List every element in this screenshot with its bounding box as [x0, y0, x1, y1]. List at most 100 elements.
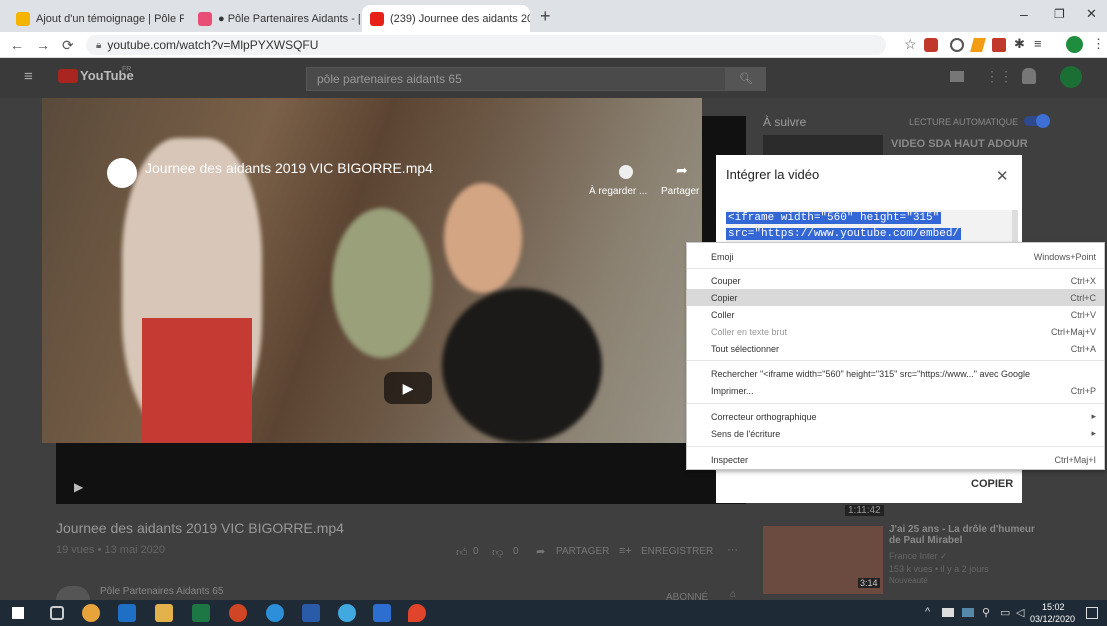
player-video-title[interactable]: Journee des aidants 2019 VIC BIGORRE.mp4 [145, 160, 433, 176]
hamburger-menu-icon[interactable]: ≡ [24, 68, 33, 85]
tray-chevron-icon[interactable]: ^ [925, 606, 930, 618]
close-window-icon[interactable]: ✕ [1086, 6, 1097, 22]
dislike-icon[interactable]: 👎︎ [492, 546, 503, 559]
close-dialog-icon[interactable]: ✕ [996, 167, 1009, 185]
create-video-icon[interactable] [950, 71, 964, 82]
extension-icon[interactable] [950, 38, 964, 52]
outlook-taskbar-icon[interactable] [118, 604, 136, 622]
share-button[interactable]: PARTAGER [556, 546, 609, 557]
powerpoint-taskbar-icon[interactable] [229, 604, 247, 622]
red-dress [142, 318, 252, 443]
menu-item-writing-direction[interactable]: Sens de l'écriture ▸ [687, 425, 1104, 442]
forward-icon[interactable]: → [36, 37, 50, 53]
menu-item-inspect[interactable]: Inspecter Ctrl+Maj+I [687, 451, 1104, 468]
account-avatar[interactable] [1060, 66, 1082, 88]
embed-dialog-title: Intégrer la vidéo [726, 167, 820, 182]
clock-time[interactable]: 15:02 [1042, 602, 1065, 612]
menu-item-cut[interactable]: Couper Ctrl+X [687, 272, 1104, 289]
app-taskbar-icon[interactable] [373, 604, 391, 622]
bell-icon[interactable]: ⌂ [730, 589, 736, 600]
menu-label: Tout sélectionner [711, 343, 780, 354]
more-actions-icon[interactable]: ··· [727, 544, 738, 556]
tab-partenaires[interactable]: ● Pôle Partenaires Aidants - [Fait ✕ [190, 5, 360, 32]
menu-item-spellcheck[interactable]: Correcteur orthographique ▸ [687, 408, 1104, 425]
url-text: youtube.com/watch?v=MlpPYXWSQFU [107, 38, 319, 52]
youtube-logo-icon[interactable] [58, 69, 78, 83]
search-button[interactable]: 🔍︎ [726, 67, 766, 91]
share-label[interactable]: Partager [661, 186, 699, 197]
channel-logo[interactable] [107, 158, 137, 188]
menu-item-print[interactable]: Imprimer... Ctrl+P [687, 382, 1104, 399]
play-button[interactable]: ▶ [384, 372, 432, 404]
like-icon[interactable]: 👍︎ [456, 546, 468, 559]
extension-icon[interactable] [970, 38, 986, 52]
menu-divider [687, 360, 1104, 361]
watch-later-label[interactable]: À regarder ... [589, 186, 647, 197]
tab-temoignage[interactable]: Ajout d'un témoignage | Pôle Pa ✕ [8, 5, 184, 32]
channel-name[interactable]: Pôle Partenaires Aidants 65 [100, 586, 223, 597]
profile-avatar[interactable] [1066, 36, 1083, 53]
task-view-icon[interactable] [50, 606, 64, 620]
menu-item-select-all[interactable]: Tout sélectionner Ctrl+A [687, 340, 1104, 357]
menu-divider [687, 268, 1104, 269]
menu-item-paste[interactable]: Coller Ctrl+V [687, 306, 1104, 323]
video-duration: 1:11:42 [845, 505, 884, 516]
display-icon[interactable]: ▭ [1000, 606, 1010, 619]
url-field[interactable]: 🔒︎ youtube.com/watch?v=MlpPYXWSQFU [86, 35, 886, 55]
menu-item-emoji[interactable]: Emoji Windows+Point [687, 248, 1104, 265]
new-tab-icon[interactable]: + [540, 6, 551, 27]
windows-start-icon[interactable] [12, 607, 24, 619]
share-arrow-icon[interactable]: ➦ [676, 162, 688, 179]
recommended-meta: 153 k vues • il y a 2 jours [889, 564, 989, 574]
garland [332, 208, 432, 358]
site-favicon-icon [16, 11, 30, 26]
menu-label: Copier [711, 292, 738, 303]
word-taskbar-icon[interactable] [302, 604, 320, 622]
channel-avatar[interactable] [56, 586, 90, 600]
share-icon[interactable]: ➦ [536, 545, 545, 558]
menu-label: Inspecter [711, 454, 749, 465]
edge-taskbar-icon[interactable] [266, 604, 284, 622]
tab-youtube[interactable]: (239) Journee des aidants 2019 V ✕ [362, 5, 530, 32]
save-button[interactable]: ENREGISTRER [641, 546, 713, 557]
maximize-icon[interactable]: ❐ [1054, 7, 1065, 21]
battery-icon[interactable] [942, 608, 954, 617]
copy-button[interactable]: COPIER [971, 478, 1013, 490]
app-taskbar-icon[interactable] [408, 604, 426, 622]
recommended-thumbnail[interactable] [763, 135, 883, 155]
app-taskbar-icon[interactable] [338, 604, 356, 622]
recommended-title[interactable]: J'ai 25 ans - La drôle d'humeur de Paul … [889, 524, 1049, 546]
reload-icon[interactable]: ⟳ [62, 37, 74, 54]
file-explorer-icon[interactable] [155, 604, 173, 622]
menu-label: Emoji [711, 251, 734, 262]
clock-icon[interactable] [619, 165, 633, 179]
extension-icon[interactable] [924, 38, 938, 52]
volume-icon[interactable]: ◁ [1016, 606, 1024, 619]
tray-app-icon[interactable] [962, 608, 974, 617]
minimize-icon[interactable]: – [1020, 6, 1028, 22]
recommended-channel[interactable]: France Inter ✓ [889, 551, 948, 562]
video-frame [42, 98, 702, 443]
back-icon[interactable]: ← [10, 37, 24, 53]
pdf-extension-icon[interactable] [992, 38, 1006, 52]
notification-center-icon[interactable] [1086, 607, 1098, 619]
clock-date[interactable]: 03/12/2020 [1030, 614, 1075, 624]
save-icon[interactable]: ≡+ [619, 545, 632, 557]
windows-taskbar: ^ ⚲ ▭ ◁ 15:02 03/12/2020 [0, 600, 1107, 626]
menu-item-search-google[interactable]: Rechercher "<iframe width="560" height="… [687, 365, 1104, 382]
excel-taskbar-icon[interactable] [192, 604, 210, 622]
search-input[interactable]: pôle partenaires aidants 65 [306, 67, 726, 91]
chrome-menu-icon[interactable]: ⋮ [1092, 36, 1105, 52]
bookmark-star-icon[interactable]: ☆ [904, 36, 917, 53]
puzzle-icon[interactable]: ✱ [1014, 36, 1025, 52]
menu-divider [687, 403, 1104, 404]
notifications-bell-icon[interactable] [1022, 68, 1036, 84]
small-play-icon[interactable]: ▶ [74, 480, 83, 494]
menu-item-copy[interactable]: Copier Ctrl+C [687, 289, 1104, 306]
network-icon[interactable]: ⚲ [982, 606, 990, 619]
chrome-taskbar-icon[interactable] [82, 604, 100, 622]
apps-grid-icon[interactable]: ⋮⋮ [985, 68, 1013, 85]
menu-item-paste-plain[interactable]: Coller en texte brut Ctrl+Maj+V [687, 323, 1104, 340]
next-video-title[interactable]: VIDEO SDA HAUT ADOUR [891, 138, 1028, 150]
reading-list-icon[interactable]: ≡ [1034, 36, 1042, 51]
